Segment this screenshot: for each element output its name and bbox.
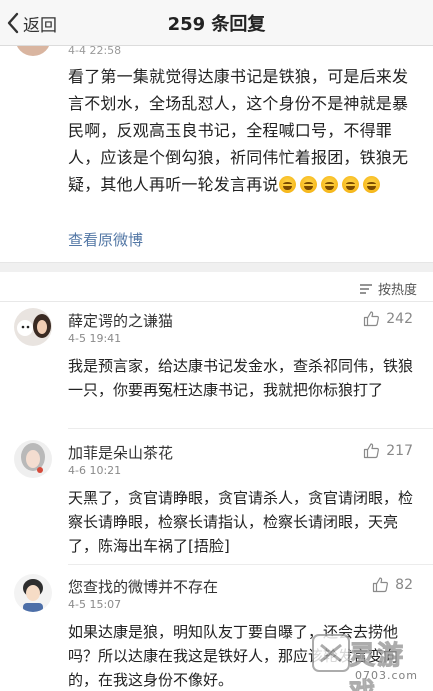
thumbs-up-icon: [364, 311, 380, 327]
like-count: 242: [386, 310, 413, 327]
comment-time: 4-6 10:21: [68, 464, 122, 477]
view-original-link[interactable]: 查看原微博: [68, 229, 143, 250]
post-body: 看了第一集就觉得达康书记是铁狼，可是后来发言不划水，全场乱怼人，这个身份不是神就…: [68, 67, 409, 194]
divider: [68, 564, 433, 565]
comment-time: 4-5 19:41: [68, 332, 122, 345]
page-title: 259 条回复: [167, 14, 266, 35]
comment-author[interactable]: 加菲是朵山茶花: [68, 442, 173, 463]
watermark-text: 灵游戏: [349, 641, 406, 691]
divider: [68, 428, 433, 429]
like-button[interactable]: 82: [372, 576, 413, 593]
laugh-cry-emoji-icon: [278, 176, 296, 193]
post-text: 看了第一集就觉得达康书记是铁狼，可是后来发言不划水，全场乱怼人，这个身份不是神就…: [68, 63, 413, 198]
comment-time: 4-5 15:07: [68, 598, 122, 611]
avatar[interactable]: [14, 574, 52, 612]
laugh-cry-emoji-icon: [299, 176, 317, 193]
watermark-url: 0703.com: [355, 669, 418, 682]
laugh-cry-emoji-icon: [362, 176, 380, 193]
comment-text: 天黑了，贪官请睁眼，贪官请杀人，贪官请闭眼，检察长请睁眼，检察长请指认，检察长请…: [68, 489, 414, 555]
avatar[interactable]: [14, 308, 52, 346]
like-count: 82: [395, 576, 413, 593]
comment-text: 我是预言家，给达康书记发金水，查杀祁同伟，铁狼一只，你要再冤枉达康书记，我就把你…: [68, 357, 414, 399]
sort-label: 按热度: [377, 283, 417, 298]
sort-by-popularity-button[interactable]: 按热度: [359, 279, 417, 298]
logo-icon: [312, 634, 350, 672]
comment-author[interactable]: 您查找的微博并不存在: [68, 576, 218, 597]
watermark-logo: 灵游戏 0703.com: [309, 631, 429, 691]
section-gap: [0, 262, 433, 272]
like-button[interactable]: 242: [363, 310, 413, 327]
nav-bar: 返回 259 条回复: [0, 0, 433, 46]
like-button[interactable]: 217: [363, 442, 413, 459]
comment-author[interactable]: 薛定谔的之谦猫: [68, 310, 173, 331]
like-count: 217: [386, 442, 413, 459]
laugh-cry-emoji-icon: [320, 176, 338, 193]
avatar[interactable]: [14, 440, 52, 478]
thumbs-up-icon: [373, 577, 389, 593]
laugh-cry-emoji-icon: [341, 176, 359, 193]
sort-icon: [359, 283, 372, 294]
sort-bar: 按热度: [0, 272, 433, 302]
thumbs-up-icon: [364, 443, 380, 459]
